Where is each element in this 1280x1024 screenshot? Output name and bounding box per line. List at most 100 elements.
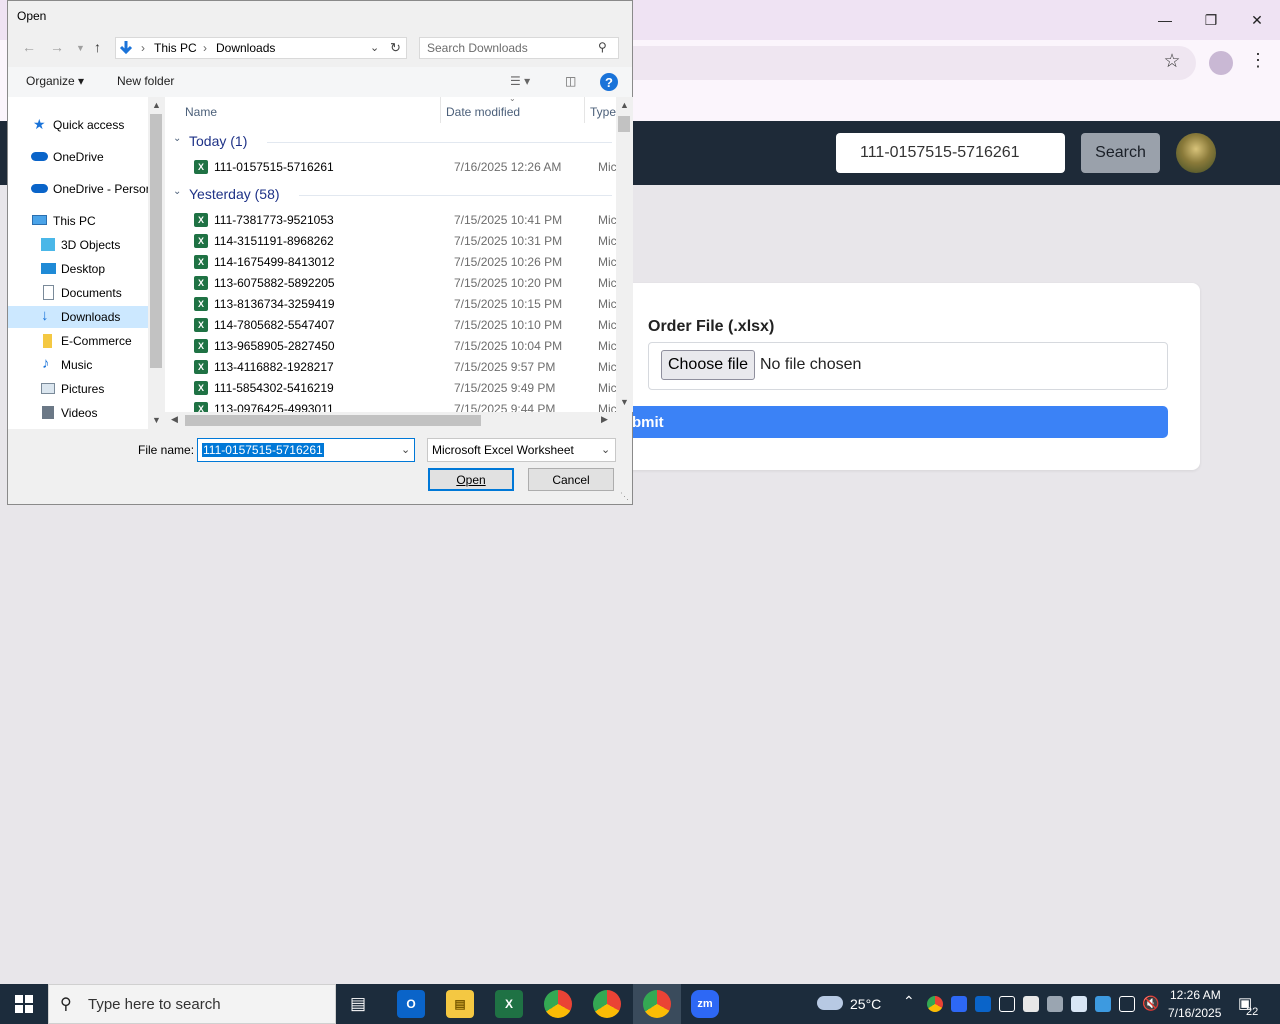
- file-name[interactable]: 111-0157515-5716261: [214, 160, 334, 174]
- scroll-up-icon[interactable]: ▲: [152, 100, 161, 110]
- nav-this-pc[interactable]: This PC: [8, 210, 148, 232]
- nav-music[interactable]: ♪ Music: [8, 354, 148, 376]
- file-list-hscrollbar[interactable]: ◀ ▶: [165, 412, 616, 429]
- start-button[interactable]: [0, 984, 48, 1024]
- notification-count[interactable]: 22: [1246, 1006, 1258, 1018]
- open-button[interactable]: Open: [428, 468, 514, 491]
- cancel-button[interactable]: Cancel: [528, 468, 614, 491]
- submit-button[interactable]: bmit: [560, 406, 1168, 438]
- file-name[interactable]: 114-1675499-8413012: [214, 255, 335, 269]
- file-name[interactable]: 113-8136734-3259419: [214, 297, 335, 311]
- scroll-thumb[interactable]: [150, 114, 162, 368]
- nav-documents[interactable]: Documents: [8, 282, 148, 304]
- chrome-icon[interactable]: [593, 990, 621, 1018]
- close-window-icon[interactable]: ✕: [1234, 6, 1280, 34]
- chrome-icon[interactable]: [643, 990, 671, 1018]
- excel-icon[interactable]: X: [495, 990, 523, 1018]
- breadcrumb-downloads[interactable]: Downloads: [216, 41, 275, 55]
- breadcrumb-this-pc[interactable]: This PC: [154, 41, 197, 55]
- scroll-down-icon[interactable]: ▼: [620, 397, 629, 407]
- avatar[interactable]: [1176, 133, 1216, 173]
- help-icon[interactable]: ?: [600, 73, 618, 91]
- forward-arrow-icon[interactable]: →: [50, 39, 64, 55]
- chevron-down-icon[interactable]: ⌄: [601, 443, 610, 456]
- chrome-tray-icon[interactable]: [927, 996, 943, 1012]
- file-explorer-icon[interactable]: ▤: [446, 990, 474, 1018]
- file-name[interactable]: 113-6075882-5892205: [214, 276, 335, 290]
- zoom-icon[interactable]: zm: [691, 990, 719, 1018]
- minimize-icon[interactable]: —: [1142, 6, 1188, 34]
- group-header-today[interactable]: Today (1): [189, 133, 247, 149]
- nav-pictures[interactable]: Pictures: [8, 378, 148, 400]
- file-type: Micr: [598, 213, 616, 227]
- clock-date[interactable]: 7/16/2025: [1168, 1006, 1221, 1020]
- organize-button[interactable]: Organize ▾: [26, 74, 84, 88]
- pen-tray-icon[interactable]: [1047, 996, 1063, 1012]
- nav-quick-access[interactable]: ★ Quick access: [8, 114, 148, 136]
- nav-onedrive[interactable]: OneDrive: [8, 146, 148, 168]
- column-header-date[interactable]: Date modified: [446, 105, 520, 119]
- file-name[interactable]: 113-9658905-2827450: [214, 339, 335, 353]
- nav-onedrive-personal[interactable]: OneDrive - Persor: [8, 178, 148, 200]
- chrome-icon[interactable]: [544, 990, 572, 1018]
- weather-cloud-icon[interactable]: [817, 996, 843, 1010]
- outlook-tray-icon[interactable]: [975, 996, 991, 1012]
- nav-scrollbar[interactable]: ▲ ▼: [148, 97, 165, 429]
- browser-profile-icon[interactable]: [1209, 51, 1233, 75]
- volume-muted-icon[interactable]: 🔇: [1142, 995, 1159, 1012]
- file-name[interactable]: 114-7805682-5547407: [214, 318, 335, 332]
- chevron-down-icon[interactable]: ⌄: [370, 41, 379, 54]
- site-search-button[interactable]: Search: [1081, 133, 1160, 173]
- nav-downloads[interactable]: ↓ Downloads: [8, 306, 148, 328]
- scroll-up-icon[interactable]: ▲: [620, 100, 629, 110]
- file-name-value[interactable]: 111-0157515-5716261: [202, 443, 324, 457]
- chevron-down-icon[interactable]: ⌄: [173, 133, 181, 144]
- group-header-yesterday[interactable]: Yesterday (58): [189, 186, 280, 202]
- task-view-icon[interactable]: ▤: [350, 994, 366, 1014]
- nav-videos[interactable]: Videos: [8, 402, 148, 424]
- outlook-icon[interactable]: O: [397, 990, 425, 1018]
- scroll-left-icon[interactable]: ◀: [171, 414, 178, 425]
- file-name[interactable]: 113-4116882-1928217: [214, 360, 334, 374]
- display-tray-icon[interactable]: [999, 996, 1015, 1012]
- new-folder-button[interactable]: New folder: [117, 74, 174, 88]
- up-arrow-icon[interactable]: ↑: [94, 39, 101, 55]
- weather-temp[interactable]: 25°C: [850, 996, 881, 1012]
- network-app-tray-icon[interactable]: [1095, 996, 1111, 1012]
- zoom-tray-icon[interactable]: [951, 996, 967, 1012]
- network-icon[interactable]: [1119, 996, 1135, 1012]
- resize-grip-icon[interactable]: ⋱: [620, 491, 629, 502]
- recent-locations-icon[interactable]: ▼: [76, 43, 85, 53]
- file-name[interactable]: 111-5854302-5416219: [214, 381, 334, 395]
- choose-file-button[interactable]: Choose file: [661, 350, 755, 380]
- back-arrow-icon[interactable]: ←: [22, 39, 36, 55]
- chevron-up-icon[interactable]: ⌃: [903, 993, 915, 1010]
- file-name[interactable]: 111-7381773-9521053: [214, 213, 334, 227]
- nav-3d-objects[interactable]: 3D Objects: [8, 234, 148, 256]
- chevron-down-icon[interactable]: ⌄: [401, 443, 410, 456]
- file-list-scrollbar[interactable]: ▲ ▼: [616, 97, 633, 412]
- settings-tray-icon[interactable]: [1023, 996, 1039, 1012]
- breadcrumb-sep-icon: ›: [203, 41, 207, 55]
- bookmark-star-icon[interactable]: ☆: [1160, 50, 1184, 73]
- scroll-down-icon[interactable]: ▼: [152, 415, 161, 425]
- scroll-thumb[interactable]: [618, 116, 630, 132]
- site-search-input[interactable]: [836, 133, 1065, 173]
- nav-desktop[interactable]: Desktop: [8, 258, 148, 280]
- restore-icon[interactable]: ❐: [1188, 6, 1234, 34]
- view-options-icon[interactable]: ☰ ▾: [510, 74, 530, 88]
- nav-e-commerce[interactable]: E-Commerce: [8, 330, 148, 352]
- preview-pane-icon[interactable]: ◫: [565, 74, 576, 88]
- file-name[interactable]: 114-3151191-8968262: [214, 234, 334, 248]
- clock-time[interactable]: 12:26 AM: [1170, 988, 1221, 1002]
- hscroll-thumb[interactable]: [185, 415, 481, 426]
- refresh-icon[interactable]: ↻: [390, 40, 401, 56]
- vpn-tray-icon[interactable]: [1071, 996, 1087, 1012]
- browser-menu-icon[interactable]: ⋮: [1248, 50, 1268, 71]
- scroll-right-icon[interactable]: ▶: [601, 414, 608, 425]
- column-header-name[interactable]: Name: [185, 105, 217, 119]
- file-name[interactable]: 113-0976425-4993011: [214, 402, 334, 412]
- address-bar[interactable]: [600, 46, 1196, 80]
- chevron-down-icon[interactable]: ⌄: [173, 186, 181, 197]
- column-header-type[interactable]: Type: [590, 105, 616, 119]
